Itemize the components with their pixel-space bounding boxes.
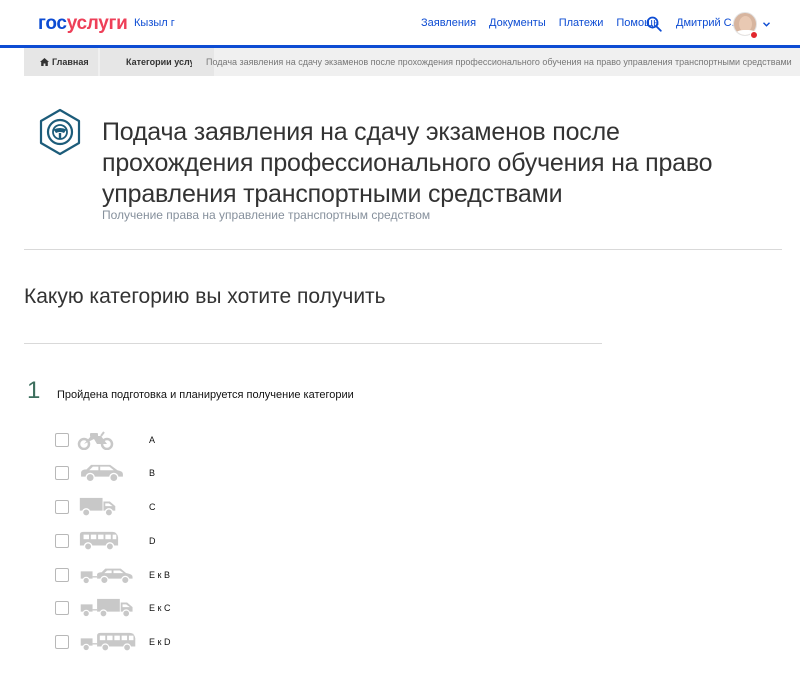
user-name[interactable]: Дмитрий С. — [676, 17, 735, 29]
breadcrumb: Главная Категории услуг Подача заявления… — [24, 48, 800, 76]
gosuslugi-logo[interactable]: госуслуги — [38, 13, 128, 35]
search-icon[interactable] — [646, 16, 662, 32]
nav-applications[interactable]: Заявления — [421, 17, 476, 29]
option-label: D — [149, 536, 156, 546]
steering-wheel-icon — [39, 108, 81, 156]
nav-documents[interactable]: Документы — [489, 17, 546, 29]
category-option-a[interactable]: A — [55, 430, 255, 450]
divider — [24, 343, 602, 344]
breadcrumb-current: Подача заявления на сдачу экзаменов посл… — [206, 57, 792, 67]
checkbox[interactable] — [55, 433, 69, 447]
option-label: Е к D — [149, 637, 171, 647]
section-question: Какую категорию вы хотите получить — [24, 285, 386, 308]
checkbox[interactable] — [55, 568, 69, 582]
breadcrumb-separator — [192, 48, 202, 76]
notification-dot — [750, 31, 758, 39]
category-option-c[interactable]: C — [55, 497, 255, 517]
logo-part-2: услуги — [66, 13, 128, 34]
region-selector[interactable]: Кызыл г — [134, 17, 175, 29]
motorcycle-icon — [77, 431, 114, 450]
main-nav: Заявления Документы Платежи Помощь — [421, 17, 672, 29]
step-number: 1 — [27, 377, 41, 404]
step-label: Пройдена подготовка и планируется получе… — [57, 389, 354, 401]
home-icon — [40, 58, 49, 66]
checkbox[interactable] — [55, 635, 69, 649]
chevron-down-icon[interactable] — [763, 21, 770, 28]
option-label: A — [149, 435, 156, 445]
category-option-ed[interactable]: Е к D — [55, 632, 255, 652]
logo-part-1: гос — [38, 13, 67, 34]
nav-payments[interactable]: Платежи — [559, 17, 604, 29]
car-icon — [81, 464, 123, 483]
bus-icon — [79, 531, 119, 551]
truck-icon — [79, 497, 116, 517]
option-label: C — [149, 502, 156, 512]
breadcrumb-home[interactable]: Главная — [24, 48, 98, 76]
checkbox[interactable] — [55, 500, 69, 514]
page-subtitle: Получение права на управление транспортн… — [102, 208, 431, 222]
bus-trailer-icon — [80, 632, 136, 652]
checkbox[interactable] — [55, 601, 69, 615]
option-label: B — [149, 468, 156, 478]
option-label: Е к B — [149, 570, 170, 580]
category-option-d[interactable]: D — [55, 531, 255, 551]
top-header: госуслуги Кызыл г Заявления Документы Пл… — [0, 0, 800, 45]
category-option-b[interactable]: B — [55, 463, 255, 483]
breadcrumb-home-label: Главная — [52, 57, 89, 67]
divider — [24, 249, 782, 250]
category-option-eb[interactable]: Е к B — [55, 565, 255, 585]
car-trailer-icon — [80, 568, 133, 585]
truck-trailer-icon — [80, 598, 133, 618]
page-title: Подача заявления на сдачу экзаменов посл… — [102, 118, 713, 208]
checkbox[interactable] — [55, 466, 69, 480]
option-label: Е к C — [149, 603, 171, 613]
category-option-ec[interactable]: Е к C — [55, 598, 255, 618]
checkbox[interactable] — [55, 534, 69, 548]
